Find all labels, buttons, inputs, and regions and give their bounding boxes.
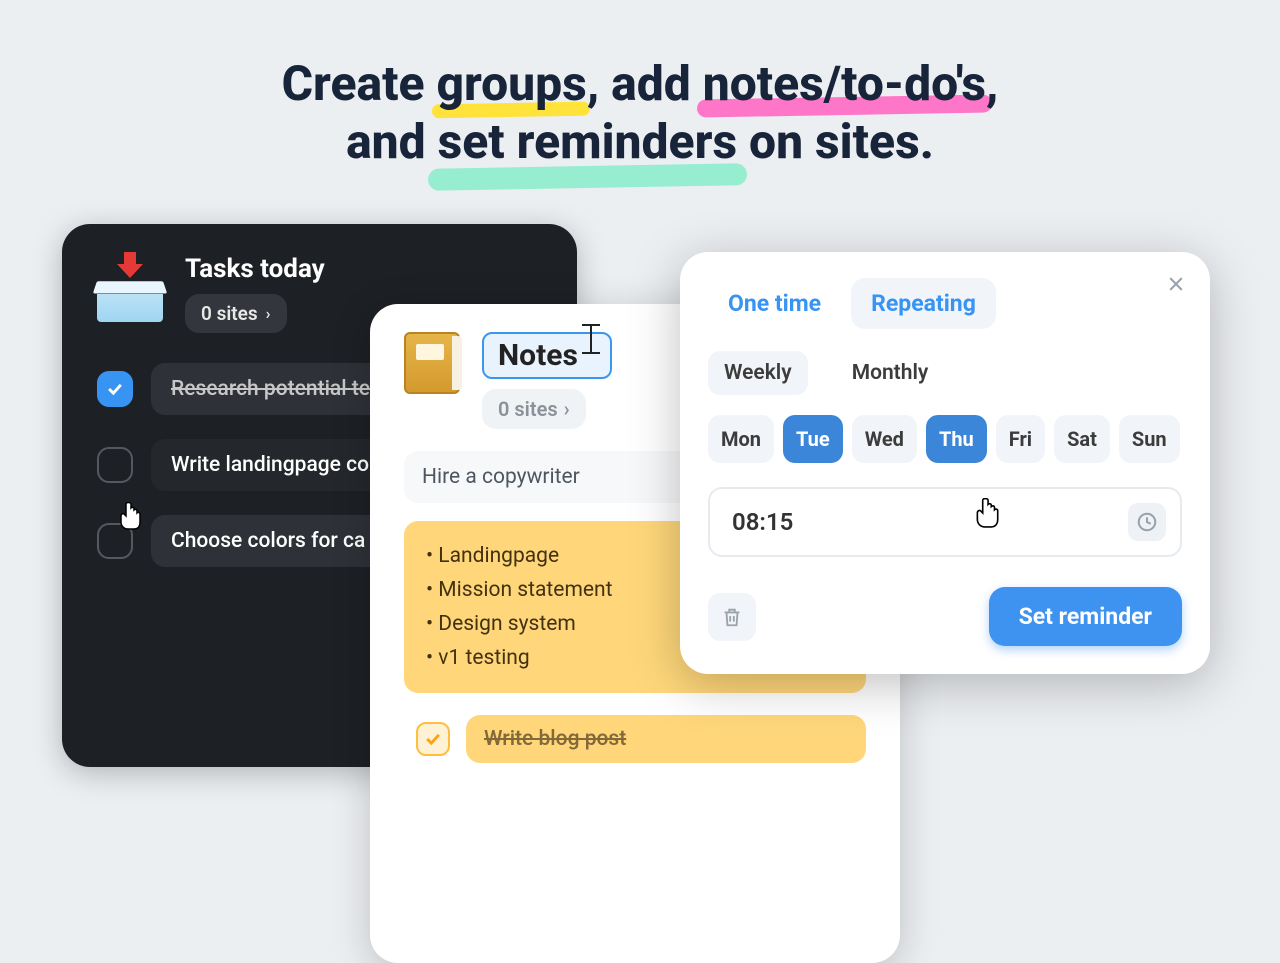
chevron-right-icon: › xyxy=(266,304,271,323)
tab-repeating[interactable]: Repeating xyxy=(851,278,996,329)
pill-label: 0 sites xyxy=(498,397,558,421)
day-sun[interactable]: Sun xyxy=(1119,415,1180,463)
heading-text: and xyxy=(346,113,438,170)
heading-text: Create xyxy=(282,55,437,112)
close-button[interactable] xyxy=(1164,272,1188,296)
checkbox[interactable] xyxy=(97,523,133,559)
clock-icon[interactable] xyxy=(1128,503,1166,541)
notes-sites-pill[interactable]: 0 sites › xyxy=(482,389,586,429)
heading-highlight-reminders: set reminders xyxy=(438,113,737,171)
day-thu[interactable]: Thu xyxy=(926,415,987,463)
reminder-panel: One time Repeating Weekly Monthly Mon Tu… xyxy=(680,252,1210,674)
heading-highlight-notes: notes/to-do's xyxy=(703,55,986,113)
notebook-icon xyxy=(404,332,460,394)
tasks-sites-pill[interactable]: 0 sites › xyxy=(185,294,287,333)
day-sat[interactable]: Sat xyxy=(1054,415,1110,463)
chevron-right-icon: › xyxy=(564,397,570,421)
heading-text: , xyxy=(986,55,998,112)
time-input[interactable]: 08:15 xyxy=(708,487,1182,557)
checkbox-checked[interactable] xyxy=(416,722,450,756)
tab-one-time[interactable]: One time xyxy=(708,278,841,329)
checkbox[interactable] xyxy=(97,447,133,483)
segment-monthly[interactable]: Monthly xyxy=(836,351,945,395)
checkbox-checked[interactable] xyxy=(97,371,133,407)
subtask-label: Write blog post xyxy=(466,715,866,763)
day-wed[interactable]: Wed xyxy=(852,415,917,463)
heading-highlight-groups: groups xyxy=(436,55,586,113)
delete-button[interactable] xyxy=(708,593,756,641)
marketing-heading: Create groups, add notes/to-do's, and se… xyxy=(0,55,1280,170)
notes-title-input[interactable]: Notes xyxy=(482,332,612,379)
heading-text: on sites. xyxy=(737,113,934,170)
day-tue[interactable]: Tue xyxy=(783,415,843,463)
segment-weekly[interactable]: Weekly xyxy=(708,351,808,395)
day-fri[interactable]: Fri xyxy=(996,415,1045,463)
tasks-title: Tasks today xyxy=(185,254,325,284)
inbox-icon xyxy=(97,266,163,322)
subtask-row[interactable]: Write blog post xyxy=(404,715,866,763)
pill-label: 0 sites xyxy=(201,302,258,325)
set-reminder-button[interactable]: Set reminder xyxy=(989,587,1182,646)
heading-text: , add xyxy=(587,55,703,112)
time-value: 08:15 xyxy=(732,508,1128,536)
day-mon[interactable]: Mon xyxy=(708,415,774,463)
